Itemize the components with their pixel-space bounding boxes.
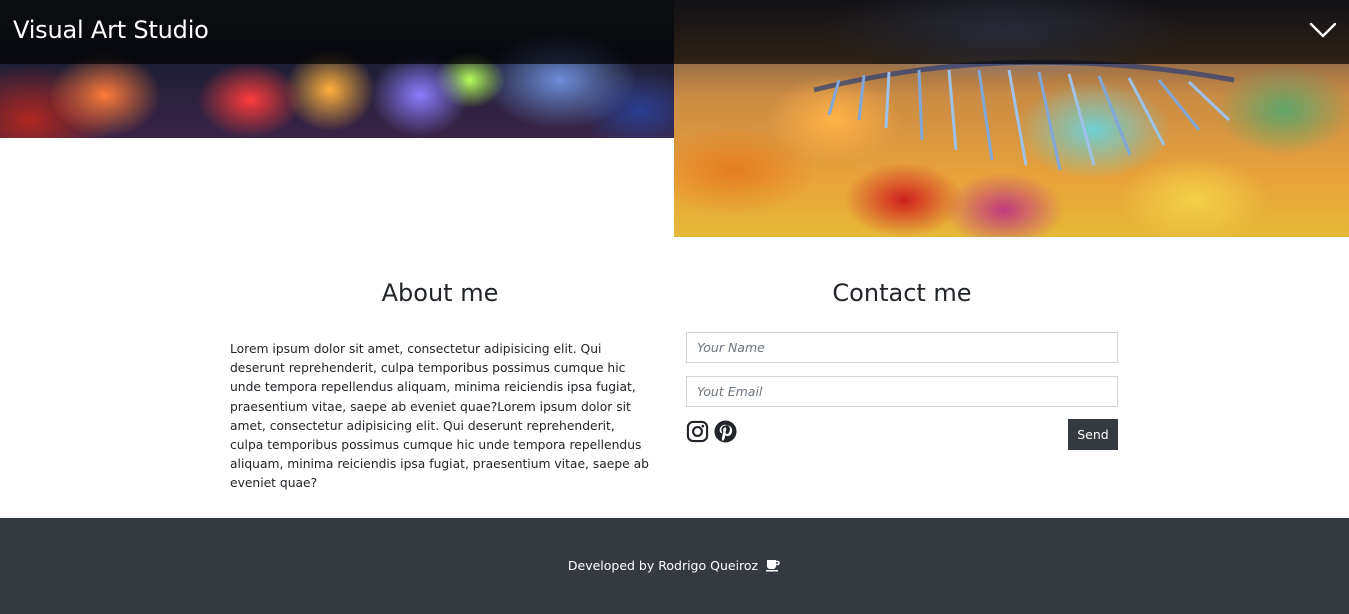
- chevron-down-icon[interactable]: [1309, 16, 1337, 44]
- footer: Developed by Rodrigo Queiroz: [0, 518, 1349, 614]
- pinterest-icon[interactable]: [714, 420, 737, 443]
- instagram-icon[interactable]: [686, 420, 709, 443]
- contact-section: Contact me Send: [686, 276, 1118, 450]
- social-links: [686, 420, 737, 443]
- footer-credit: Developed by Rodrigo Queiroz: [567, 558, 759, 573]
- about-title: About me: [381, 279, 499, 307]
- coffee-cup-icon: [765, 558, 781, 577]
- name-input[interactable]: [686, 332, 1118, 363]
- about-text: Lorem ipsum dolor sit amet, consectetur …: [230, 342, 649, 491]
- email-input[interactable]: [686, 376, 1118, 407]
- brand-title[interactable]: Visual Art Studio: [13, 13, 209, 47]
- footer-credit-line: Developed by Rodrigo Queiroz: [0, 557, 1349, 577]
- send-button[interactable]: Send: [1068, 419, 1118, 450]
- about-section: About me Lorem ipsum dolor sit amet, con…: [230, 276, 650, 494]
- top-navbar: Visual Art Studio: [0, 0, 1349, 64]
- contact-title: Contact me: [832, 279, 972, 307]
